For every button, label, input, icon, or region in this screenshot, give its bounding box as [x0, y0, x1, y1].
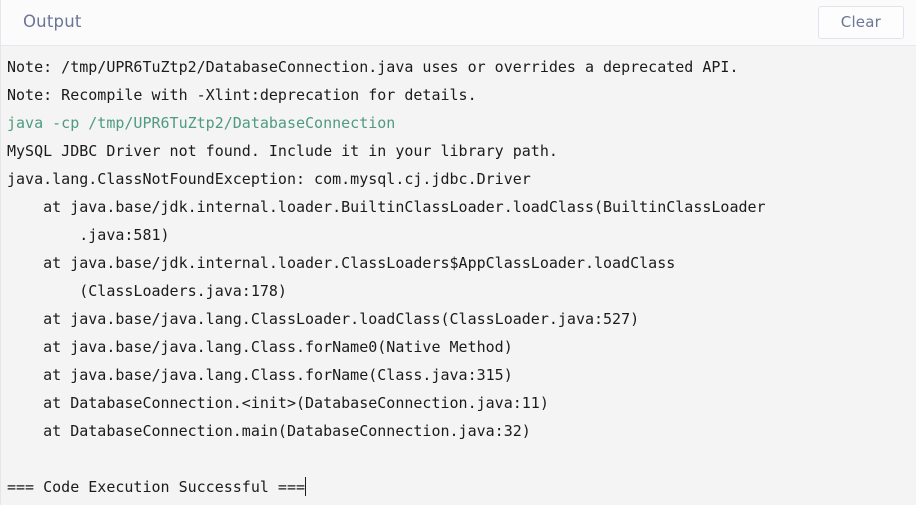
clear-button[interactable]: Clear	[817, 5, 904, 40]
page-title: Output	[23, 12, 82, 32]
console-line-text: at java.base/java.lang.Class.forName(Cla…	[7, 366, 513, 384]
console-line-text: at DatabaseConnection.main(DatabaseConne…	[7, 422, 531, 440]
console-line: .java:581)	[7, 221, 916, 249]
console-line-text: at java.base/jdk.internal.loader.ClassLo…	[7, 254, 676, 272]
output-panel: Output Clear Note: /tmp/UPR6TuZtp2/Datab…	[0, 0, 916, 505]
console-line-text: .java:581)	[7, 226, 170, 244]
text-cursor	[305, 477, 307, 496]
console-line-text: Note: /tmp/UPR6TuZtp2/DatabaseConnection…	[7, 58, 739, 76]
console-line: at java.base/jdk.internal.loader.ClassLo…	[7, 249, 916, 277]
console-line: Note: /tmp/UPR6TuZtp2/DatabaseConnection…	[7, 53, 916, 81]
console-line-text: at java.base/jdk.internal.loader.Builtin…	[7, 198, 766, 216]
console-line: java.lang.ClassNotFoundException: com.my…	[7, 165, 916, 193]
console-line: at java.base/java.lang.ClassLoader.loadC…	[7, 305, 916, 333]
console-line: at DatabaseConnection.<init>(DatabaseCon…	[7, 389, 916, 417]
console-line: at java.base/java.lang.Class.forName0(Na…	[7, 333, 916, 361]
console-line: at DatabaseConnection.main(DatabaseConne…	[7, 417, 916, 445]
console-output-area[interactable]: Note: /tmp/UPR6TuZtp2/DatabaseConnection…	[1, 46, 916, 505]
console-line: === Code Execution Successful ===	[7, 473, 916, 501]
console-line: Note: Recompile with -Xlint:deprecation …	[7, 81, 916, 109]
console-line-text: at java.base/java.lang.ClassLoader.loadC…	[7, 310, 640, 328]
console-line-text: java -cp /tmp/UPR6TuZtp2/DatabaseConnect…	[7, 114, 396, 132]
console-line-text: Note: Recompile with -Xlint:deprecation …	[7, 86, 477, 104]
console-lines: Note: /tmp/UPR6TuZtp2/DatabaseConnection…	[1, 53, 916, 501]
console-line-text: at DatabaseConnection.<init>(DatabaseCon…	[7, 394, 549, 412]
console-line: at java.base/java.lang.Class.forName(Cla…	[7, 361, 916, 389]
console-line: java -cp /tmp/UPR6TuZtp2/DatabaseConnect…	[7, 109, 916, 137]
console-line: MySQL JDBC Driver not found. Include it …	[7, 137, 916, 165]
console-line-text: java.lang.ClassNotFoundException: com.my…	[7, 170, 531, 188]
console-line-text: === Code Execution Successful ===	[7, 478, 306, 496]
console-line: at java.base/jdk.internal.loader.Builtin…	[7, 193, 916, 221]
console-line-text: at java.base/java.lang.Class.forName0(Na…	[7, 338, 513, 356]
console-line-text: (ClassLoaders.java:178)	[7, 282, 287, 300]
output-header: Output Clear	[1, 0, 916, 46]
console-line: (ClassLoaders.java:178)	[7, 277, 916, 305]
console-line-text: MySQL JDBC Driver not found. Include it …	[7, 142, 558, 160]
